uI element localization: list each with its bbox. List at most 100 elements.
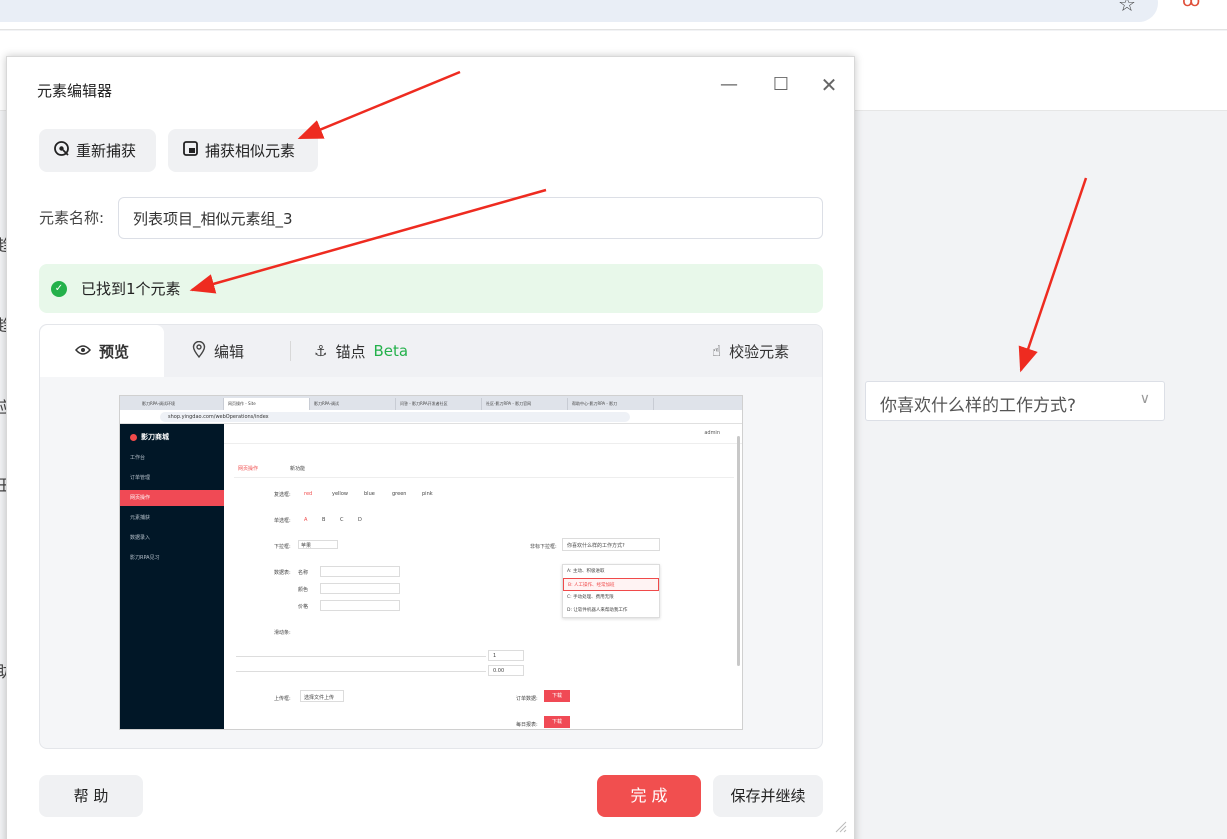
preview-option: yellow bbox=[332, 491, 348, 497]
target-icon bbox=[53, 140, 70, 161]
close-icon[interactable]: ✕ bbox=[817, 73, 841, 97]
recapture-button[interactable]: 重新捕获 bbox=[39, 129, 156, 172]
preview-option: red bbox=[304, 491, 313, 497]
recapture-label: 重新捕获 bbox=[76, 142, 137, 160]
preview-dropdown-item: C: 手动处理、费用无限 bbox=[567, 595, 614, 600]
minimize-icon[interactable]: — bbox=[717, 73, 741, 97]
preview-option: B bbox=[322, 517, 326, 523]
preview-tab: 影刀RPA-调试 bbox=[310, 398, 396, 410]
eye-icon bbox=[74, 342, 91, 360]
status-banner: ✓ 已找到1个元素 bbox=[39, 264, 823, 313]
preview-header: admin bbox=[224, 424, 742, 444]
preview-field-label: 名称 bbox=[298, 570, 309, 576]
similar-elements-icon bbox=[182, 140, 199, 161]
preview-label: 非标下拉框: bbox=[530, 544, 557, 550]
preview-url-bar: shop.yingdao.com/webOperations/index bbox=[120, 410, 742, 424]
help-button[interactable]: 帮 助 bbox=[39, 775, 143, 817]
preview-dropdown-item: D: 让软件机器人来帮助我工作 bbox=[567, 608, 628, 613]
element-name-input[interactable] bbox=[118, 197, 823, 239]
capture-similar-label: 捕获相似元素 bbox=[205, 142, 296, 160]
preview-sidebar: 影刀商城 工作台 订单管理 网页操作 元素捕获 数据录入 影刀RPA见习 bbox=[120, 424, 224, 729]
anchor-icon: ⚓ bbox=[314, 342, 328, 360]
preview-label: 每日报表: bbox=[516, 722, 538, 728]
bookmark-star-icon[interactable]: ☆ bbox=[1118, 0, 1136, 16]
preview-content: 网页操作 新功能 复选框: red yellow blue green pink… bbox=[224, 445, 742, 729]
preview-dropdown-item-highlighted: B: 人工操作、经常加班 bbox=[563, 578, 659, 591]
preview-browser-tabs: 影刀RPA-调试环境 网页操作 - Site 影刀RPA-调试 问答 - 影刀R… bbox=[120, 396, 742, 410]
preview-option: A bbox=[304, 517, 308, 523]
save-continue-button[interactable]: 保存并继续 bbox=[713, 775, 823, 817]
pointer-hand-icon: ☝ bbox=[712, 342, 722, 360]
preview-menu-item: 工作台 bbox=[130, 455, 146, 461]
preview-custom-select: 你喜欢什么样的工作方式? bbox=[562, 538, 660, 551]
preview-field-label: 颜色 bbox=[298, 587, 309, 593]
preview-download-button: 下载 bbox=[544, 690, 570, 702]
preview-field-label: 价格 bbox=[298, 604, 309, 610]
preview-tab: 网页操作 - Site bbox=[224, 398, 310, 410]
preview-url: shop.yingdao.com/webOperations/index bbox=[160, 412, 630, 422]
browser-address-bar: ndex ☆ ꝏ bbox=[0, 0, 1227, 30]
preview-option: C bbox=[340, 517, 344, 523]
preview-dropdown-list: A: 主动、积极进取 B: 人工操作、经常加班 C: 手动处理、费用无限 D: … bbox=[562, 564, 660, 618]
tab-anchor[interactable]: ⚓ 锚点 Beta bbox=[314, 325, 408, 377]
preview-admin: admin bbox=[704, 430, 720, 436]
preview-slider-value: 0.00 bbox=[493, 668, 505, 674]
chevron-down-icon: ∨ bbox=[1139, 391, 1150, 407]
preview-tab: 社区-影刀RPA - 影刀官网 bbox=[482, 398, 568, 410]
done-button[interactable]: 完 成 bbox=[597, 775, 701, 817]
beta-badge: Beta bbox=[373, 342, 409, 360]
preview-menu-item: 网页操作 bbox=[120, 490, 224, 506]
tab-divider bbox=[290, 341, 291, 361]
preview-option: D bbox=[358, 517, 362, 523]
tab-preview-label: 预览 bbox=[98, 342, 129, 361]
preview-label: 复选框: bbox=[274, 492, 291, 498]
preview-label: 下拉框: bbox=[274, 544, 291, 550]
preview-slider-input: 0.00 bbox=[488, 665, 524, 676]
tab-edit-label: 编辑 bbox=[214, 342, 245, 361]
status-text: 已找到1个元素 bbox=[81, 280, 181, 298]
preview-scrollbar bbox=[737, 436, 740, 666]
extension-icon[interactable]: ꝏ bbox=[1182, 0, 1200, 11]
preview-option: blue bbox=[364, 491, 375, 497]
work-style-select[interactable]: 你喜欢什么样的工作方式? ∨ bbox=[865, 381, 1165, 421]
element-name-label: 元素名称: bbox=[39, 209, 105, 227]
preview-select: 苹果 bbox=[298, 540, 338, 549]
preview-input bbox=[320, 600, 400, 611]
preview-custom-select-value: 你喜欢什么样的工作方式? bbox=[567, 543, 625, 549]
preview-content-tab: 网页操作 bbox=[238, 466, 259, 472]
element-preview-image: 影刀RPA-调试环境 网页操作 - Site 影刀RPA-调试 问答 - 影刀R… bbox=[119, 395, 743, 730]
resize-grip-icon[interactable] bbox=[833, 819, 849, 835]
address-pill[interactable]: ndex bbox=[0, 0, 1158, 22]
select-value: 你喜欢什么样的工作方式? bbox=[880, 396, 1077, 416]
maximize-icon[interactable]: ☐ bbox=[769, 73, 793, 97]
preview-content-tab: 新功能 bbox=[290, 466, 306, 472]
preview-panel: 预览 编辑 ⚓ 锚点 Beta ☝ 校验元素 影刀RPA-调试环境 网页操作 -… bbox=[39, 324, 823, 749]
preview-label: 上传框: bbox=[274, 696, 291, 702]
preview-label: 订单数据: bbox=[516, 696, 538, 702]
tab-preview[interactable]: 预览 bbox=[40, 325, 164, 377]
preview-logo: 影刀商城 bbox=[130, 432, 169, 442]
tab-bar: 预览 编辑 ⚓ 锚点 Beta ☝ 校验元素 bbox=[40, 325, 822, 377]
verify-label: 校验元素 bbox=[729, 342, 790, 361]
preview-download-button: 下载 bbox=[544, 716, 570, 728]
preview-tab: 帮助中心-影刀RPA - 影刀 bbox=[568, 398, 654, 410]
preview-menu-item: 订单管理 bbox=[130, 475, 151, 481]
preview-upload-button: 选择文件上传 bbox=[300, 690, 344, 702]
preview-input bbox=[320, 566, 400, 577]
verify-element-button[interactable]: ☝ 校验元素 bbox=[712, 325, 789, 377]
preview-upload-label: 选择文件上传 bbox=[304, 695, 335, 701]
capture-similar-button[interactable]: 捕获相似元素 bbox=[168, 129, 318, 172]
preview-label: 单选框: bbox=[274, 518, 291, 524]
tab-anchor-label: 锚点 bbox=[335, 342, 366, 361]
preview-slider-value: 1 bbox=[493, 653, 497, 659]
preview-option: green bbox=[392, 491, 407, 497]
preview-label: 滑动条: bbox=[274, 630, 291, 636]
element-editor-dialog: 元素编辑器 — ☐ ✕ 重新捕获 捕获相似元素 元素名称: ✓ 已找到1个元素 … bbox=[6, 56, 855, 839]
preview-slider-input: 1 bbox=[488, 650, 524, 661]
dialog-title: 元素编辑器 bbox=[37, 82, 113, 100]
preview-input bbox=[320, 583, 400, 594]
preview-tab: 问答 - 影刀RPA开发者社区 bbox=[396, 398, 482, 410]
tab-edit[interactable]: 编辑 bbox=[192, 325, 244, 377]
check-circle-icon: ✓ bbox=[51, 280, 67, 297]
preview-menu-item: 元素捕获 bbox=[130, 515, 151, 521]
